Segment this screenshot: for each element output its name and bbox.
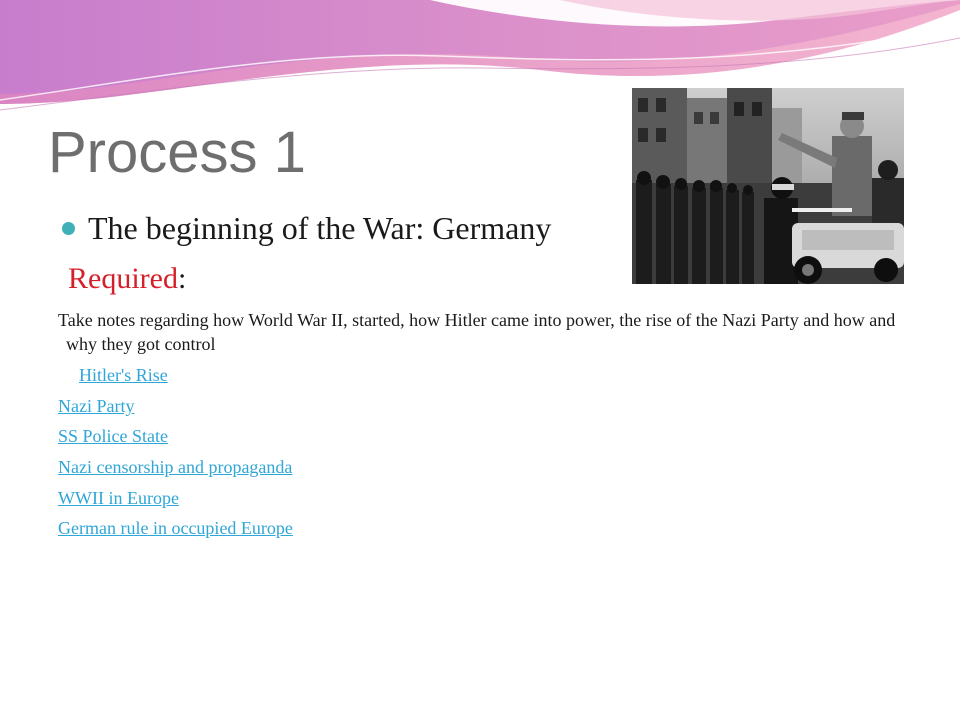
bullet-text: The beginning of the War: Germany	[88, 210, 552, 246]
required-label: Required	[68, 262, 178, 295]
link-german-rule-occupied-europe[interactable]: German rule in occupied Europe	[58, 516, 293, 540]
link-nazi-censorship-propaganda[interactable]: Nazi censorship and propaganda	[58, 455, 292, 479]
link-ss-police-state[interactable]: SS Police State	[58, 424, 168, 448]
required-colon: :	[177, 262, 187, 295]
link-hitlers-rise[interactable]: Hitler's Rise	[79, 363, 168, 387]
bullet-dot-icon	[62, 222, 75, 235]
historical-parade-photo	[632, 88, 904, 284]
slide: Process 1 The beginning of the War: Germ…	[0, 0, 960, 720]
slide-title: Process 1	[48, 120, 306, 185]
required-heading: Required:	[68, 260, 186, 298]
link-wwii-in-europe[interactable]: WWII in Europe	[58, 486, 179, 510]
link-nazi-party[interactable]: Nazi Party	[58, 394, 134, 418]
notes-instructions: Take notes regarding how World War II, s…	[58, 310, 896, 354]
